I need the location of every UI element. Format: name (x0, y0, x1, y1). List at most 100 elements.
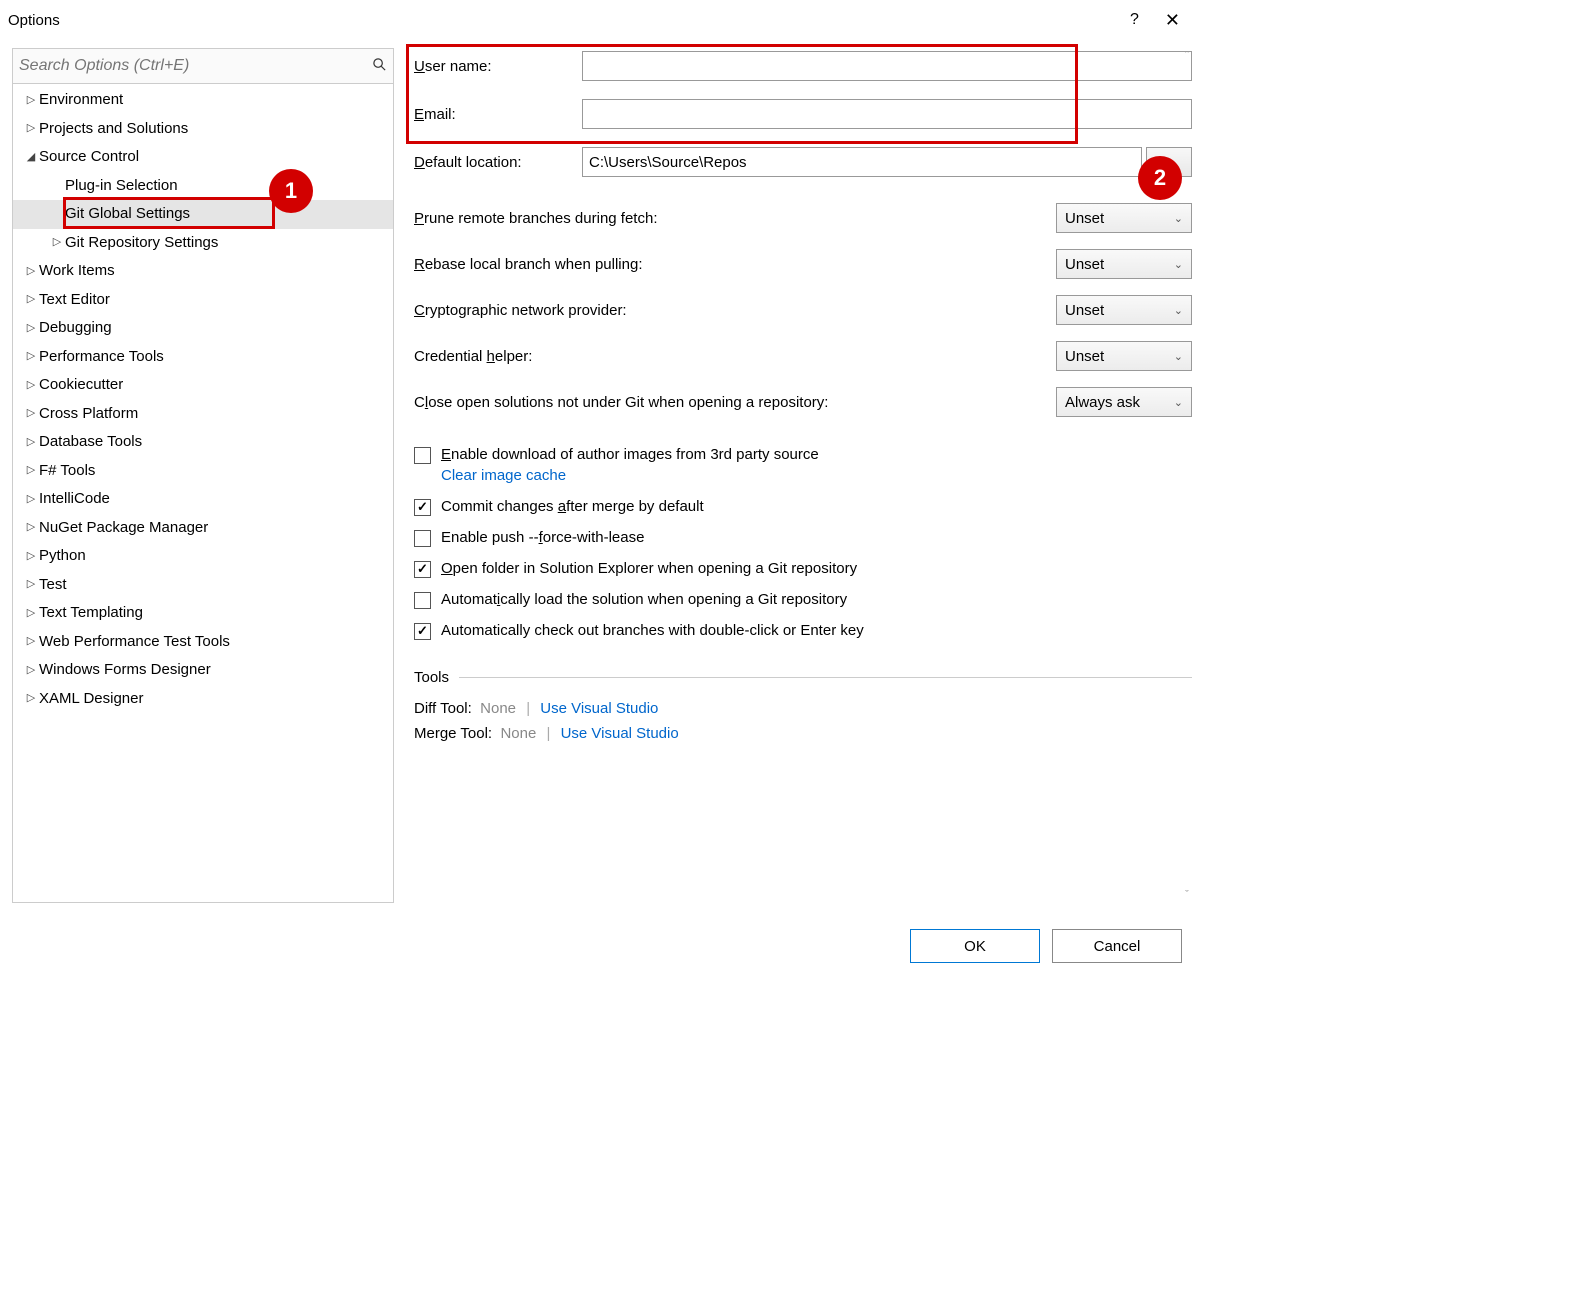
tree-item-label: Database Tools (39, 428, 142, 457)
default-location-input[interactable] (582, 147, 1142, 177)
checkbox-icon (414, 592, 431, 609)
settings-panel: 2 User name: Email: Default location: ..… (408, 48, 1192, 903)
tree-item-label: Windows Forms Designer (39, 656, 211, 685)
tree-item-text-editor[interactable]: ▷Text Editor (13, 286, 393, 315)
cred-row: Credential helper: Unset⌄ (414, 340, 1192, 372)
titlebar: Options ? ✕ (0, 0, 1200, 40)
checkbox-icon (414, 499, 431, 516)
rebase-combo[interactable]: Unset⌄ (1056, 249, 1192, 279)
default-location-row: Default location: ... (414, 146, 1192, 178)
tree-item-label: Web Performance Test Tools (39, 628, 230, 657)
tree-item-performance-tools[interactable]: ▷Performance Tools (13, 343, 393, 372)
clear-image-cache-link[interactable]: Clear image cache (441, 467, 566, 484)
tree-item-debugging[interactable]: ▷Debugging (13, 314, 393, 343)
annotation-badge-1: 1 (269, 169, 313, 213)
tools-header: Tools (414, 669, 1192, 686)
close-icon[interactable]: ✕ (1157, 10, 1188, 31)
username-input[interactable] (582, 51, 1192, 81)
tree-item-label: Work Items (39, 257, 115, 286)
tree-item-cookiecutter[interactable]: ▷Cookiecutter (13, 371, 393, 400)
tree-item-text-templating[interactable]: ▷Text Templating (13, 599, 393, 628)
caret-collapsed-icon: ▷ (23, 403, 39, 424)
scroll-up-icon: ˆ (1180, 50, 1194, 62)
tree-item-environment[interactable]: ▷Environment (13, 86, 393, 115)
tree-item-intellicode[interactable]: ▷IntelliCode (13, 485, 393, 514)
caret-collapsed-icon: ▷ (23, 432, 39, 453)
commit-after-merge-check[interactable]: Commit changes after merge by default (414, 496, 1192, 517)
caret-collapsed-icon: ▷ (23, 546, 39, 567)
caret-collapsed-icon: ▷ (23, 631, 39, 652)
content-area: ▷Environment▷Projects and Solutions◢Sour… (0, 40, 1200, 911)
annotation-badge-2: 2 (1138, 156, 1182, 200)
username-label: User name: (414, 58, 582, 75)
caret-collapsed-icon: ▷ (49, 232, 65, 253)
force-lease-check[interactable]: Enable push --force-with-lease (414, 527, 1192, 548)
cancel-button[interactable]: Cancel (1052, 929, 1182, 963)
tree-item-label: Cookiecutter (39, 371, 123, 400)
tree-item-projects-and-solutions[interactable]: ▷Projects and Solutions (13, 115, 393, 144)
vertical-scrollbar[interactable]: ˆ ˇ (1180, 50, 1194, 901)
auto-load-check[interactable]: Automatically load the solution when ope… (414, 589, 1192, 610)
sidebar: ▷Environment▷Projects and Solutions◢Sour… (12, 48, 394, 903)
prune-combo[interactable]: Unset⌄ (1056, 203, 1192, 233)
search-wrap (13, 49, 393, 84)
tree-item-plug-in-selection[interactable]: Plug-in Selection (13, 172, 393, 201)
diff-use-vs-link[interactable]: Use Visual Studio (540, 700, 658, 717)
tree-item-label: Test (39, 571, 67, 600)
tree-item-git-repository-settings[interactable]: ▷Git Repository Settings (13, 229, 393, 258)
merge-use-vs-link[interactable]: Use Visual Studio (561, 725, 679, 742)
caret-collapsed-icon: ▷ (23, 460, 39, 481)
checkbox-icon (414, 530, 431, 547)
email-input[interactable] (582, 99, 1192, 129)
caret-collapsed-icon: ▷ (23, 574, 39, 595)
download-images-check[interactable]: Enable download of author images from 3r… (414, 444, 1192, 486)
rebase-row: Rebase local branch when pulling: Unset⌄ (414, 248, 1192, 280)
tree-item-cross-platform[interactable]: ▷Cross Platform (13, 400, 393, 429)
caret-expanded-icon: ◢ (23, 147, 39, 168)
tree-item-source-control[interactable]: ◢Source Control (13, 143, 393, 172)
tree-item-label: Plug-in Selection (65, 172, 178, 201)
caret-collapsed-icon: ▷ (23, 346, 39, 367)
close-combo[interactable]: Always ask⌄ (1056, 387, 1192, 417)
tree-item-work-items[interactable]: ▷Work Items (13, 257, 393, 286)
tree-item-test[interactable]: ▷Test (13, 571, 393, 600)
caret-collapsed-icon: ▷ (23, 660, 39, 681)
tree-item-git-global-settings[interactable]: Git Global Settings (13, 200, 393, 229)
close-solutions-row: Close open solutions not under Git when … (414, 386, 1192, 418)
prune-row: Prune remote branches during fetch: Unse… (414, 202, 1192, 234)
options-dialog: Options ? ✕ ▷Environment▷Projects and So… (0, 0, 1200, 981)
crypto-row: Cryptographic network provider: Unset⌄ (414, 294, 1192, 326)
help-icon[interactable]: ? (1112, 11, 1157, 29)
caret-collapsed-icon: ▷ (23, 688, 39, 709)
search-input[interactable] (13, 49, 393, 83)
caret-collapsed-icon: ▷ (23, 289, 39, 310)
cred-combo[interactable]: Unset⌄ (1056, 341, 1192, 371)
tree-item-label: NuGet Package Manager (39, 514, 208, 543)
tree-item-label: Git Global Settings (65, 200, 190, 229)
tree-item-label: Text Editor (39, 286, 110, 315)
ok-button[interactable]: OK (910, 929, 1040, 963)
tree-item-xaml-designer[interactable]: ▷XAML Designer (13, 685, 393, 714)
tree-item-f-tools[interactable]: ▷F# Tools (13, 457, 393, 486)
crypto-combo[interactable]: Unset⌄ (1056, 295, 1192, 325)
caret-collapsed-icon: ▷ (23, 517, 39, 538)
tree-item-python[interactable]: ▷Python (13, 542, 393, 571)
checkbox-icon (414, 561, 431, 578)
caret-collapsed-icon: ▷ (23, 90, 39, 111)
email-label: Email: (414, 106, 582, 123)
tree-item-windows-forms-designer[interactable]: ▷Windows Forms Designer (13, 656, 393, 685)
tree-item-database-tools[interactable]: ▷Database Tools (13, 428, 393, 457)
tree-item-nuget-package-manager[interactable]: ▷NuGet Package Manager (13, 514, 393, 543)
dialog-buttons: OK Cancel (0, 911, 1200, 981)
tree-item-web-performance-test-tools[interactable]: ▷Web Performance Test Tools (13, 628, 393, 657)
auto-checkout-check[interactable]: Automatically check out branches with do… (414, 620, 1192, 641)
tree-item-label: Source Control (39, 143, 139, 172)
tree-item-label: Text Templating (39, 599, 143, 628)
caret-collapsed-icon: ▷ (23, 375, 39, 396)
tree-item-label: Performance Tools (39, 343, 164, 372)
tree-item-label: XAML Designer (39, 685, 144, 714)
open-folder-check[interactable]: Open folder in Solution Explorer when op… (414, 558, 1192, 579)
options-tree[interactable]: ▷Environment▷Projects and Solutions◢Sour… (13, 84, 393, 902)
tree-item-label: Projects and Solutions (39, 115, 188, 144)
divider (459, 677, 1192, 678)
